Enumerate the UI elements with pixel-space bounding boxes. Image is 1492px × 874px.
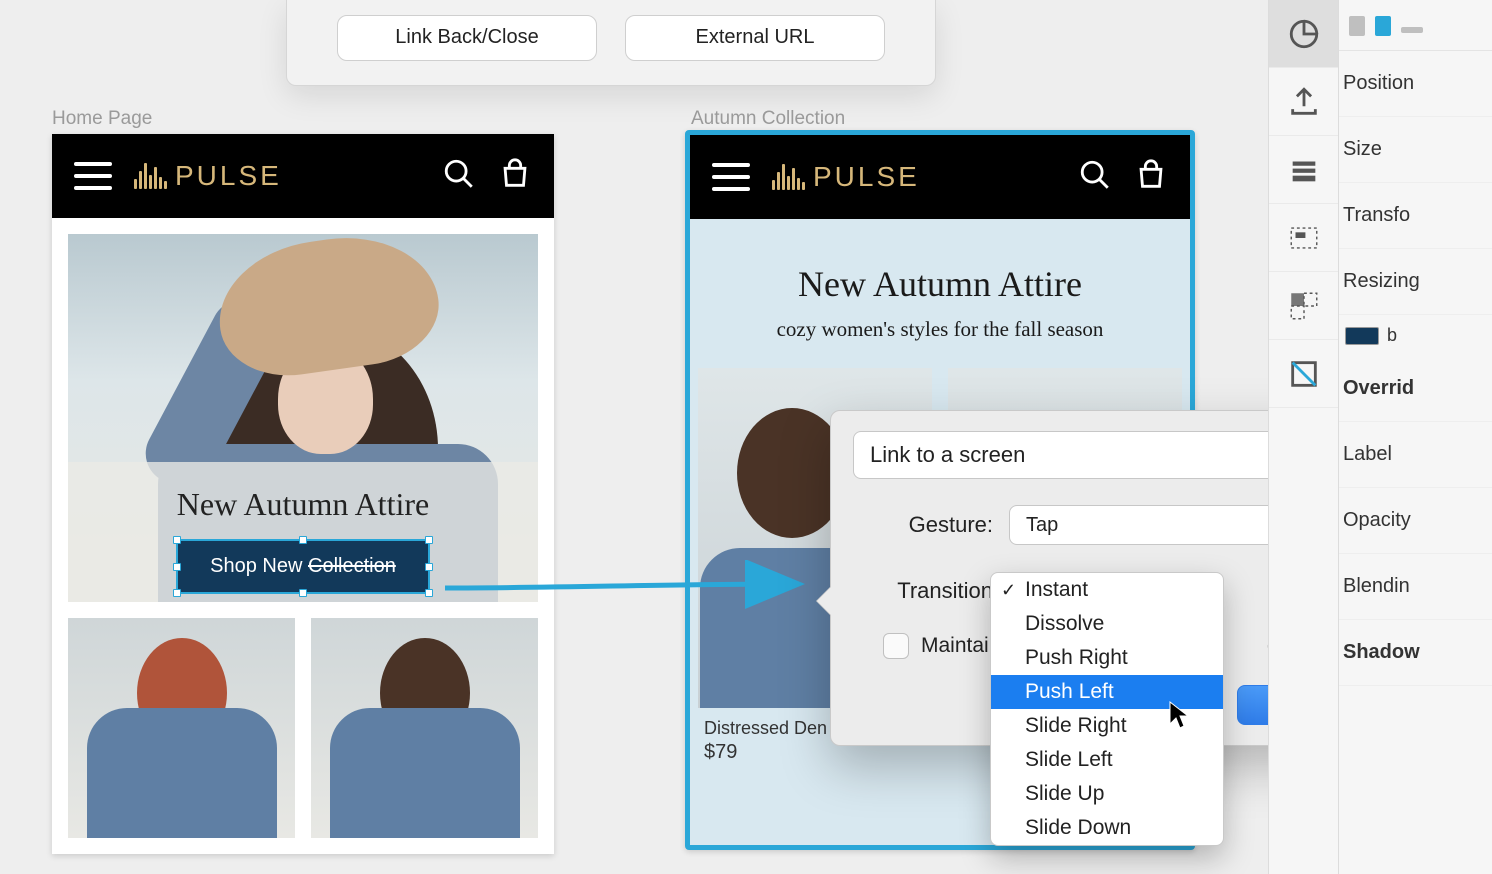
product-row (52, 618, 554, 838)
tool-layout-icon[interactable] (1269, 204, 1338, 272)
app-header: PULSE (690, 135, 1190, 219)
properties-column: Position Size Transfo Resizing b Overrid… (1339, 0, 1492, 874)
tool-export-icon[interactable] (1269, 68, 1338, 136)
product-card[interactable] (68, 618, 295, 838)
prop-size[interactable]: Size (1339, 117, 1492, 183)
prop-resizing[interactable]: Resizing (1339, 249, 1492, 315)
section-shadow[interactable]: Shadow (1339, 620, 1492, 686)
menu-icon[interactable] (74, 162, 112, 190)
collection-title: New Autumn Attire (690, 219, 1190, 317)
prop-transform[interactable]: Transfo (1339, 183, 1492, 249)
brand-logo: PULSE (772, 161, 1056, 193)
search-icon[interactable] (442, 157, 476, 196)
shopping-bag-icon[interactable] (498, 157, 532, 196)
cta-text-struck: Collection (308, 555, 396, 577)
section-blending[interactable]: Blendin (1339, 554, 1492, 620)
maintain-checkbox[interactable] (883, 633, 909, 659)
section-opacity[interactable]: Opacity (1339, 488, 1492, 554)
tool-column (1269, 0, 1339, 874)
tool-stack-icon[interactable] (1269, 136, 1338, 204)
app-header: PULSE (52, 134, 554, 218)
pulse-wave-icon (134, 163, 167, 189)
external-url-button[interactable]: External URL (625, 15, 885, 61)
brand-text: PULSE (175, 160, 282, 192)
align-tab-icon[interactable] (1401, 27, 1423, 33)
layer-swatch-icon (1345, 327, 1379, 345)
artboard-label-home[interactable]: Home Page (52, 108, 152, 130)
alignment-tabs[interactable] (1339, 8, 1492, 51)
transition-option-slide-left[interactable]: Slide Left (991, 743, 1223, 777)
prop-position[interactable]: Position (1339, 51, 1492, 117)
link-type-popover: Link Back/Close External URL (286, 0, 936, 86)
tool-layers-icon[interactable] (1269, 0, 1338, 68)
cursor-icon (1168, 700, 1192, 730)
link-target-value: Link to a screen (854, 442, 1306, 468)
inspector-sidebar: Position Size Transfo Resizing b Overrid… (1268, 0, 1492, 874)
transition-option-slide-up[interactable]: Slide Up (991, 777, 1223, 811)
artboard-label-autumn[interactable]: Autumn Collection (691, 108, 845, 130)
hero-image: New Autumn Attire Shop New Collection (68, 234, 538, 602)
shopping-bag-icon[interactable] (1134, 158, 1168, 197)
tool-resize-icon[interactable] (1269, 272, 1338, 340)
shop-collection-button[interactable]: Shop New Collection (178, 541, 428, 592)
gesture-label: Gesture: (853, 512, 993, 538)
transition-option-slide-down[interactable]: Slide Down (991, 811, 1223, 845)
hero-overlay: New Autumn Attire Shop New Collection (68, 462, 538, 602)
transition-option-push-right[interactable]: Push Right (991, 641, 1223, 675)
brand-logo: PULSE (134, 160, 420, 192)
pulse-wave-icon (772, 164, 805, 190)
search-icon[interactable] (1078, 158, 1112, 197)
section-overrides[interactable]: Overrid (1339, 356, 1492, 422)
align-tab-icon[interactable] (1375, 16, 1391, 36)
brand-text: PULSE (813, 161, 920, 193)
collection-subtitle: cozy women's styles for the fall season (690, 317, 1190, 368)
layer-name: b (1387, 325, 1397, 346)
cta-text-prefix: Shop New (210, 555, 308, 577)
artboard-home[interactable]: PULSE New Autumn Attire Shop New Collect… (52, 134, 554, 854)
maintain-label: Maintain (921, 634, 1000, 658)
hero-title: New Autumn Attire (177, 486, 429, 523)
align-tab-icon[interactable] (1349, 16, 1365, 36)
transition-option-dissolve[interactable]: Dissolve (991, 607, 1223, 641)
transition-option-instant[interactable]: Instant (991, 573, 1223, 607)
layer-row[interactable]: b (1339, 315, 1492, 356)
product-card[interactable] (311, 618, 538, 838)
transition-label: Transition (853, 578, 993, 604)
section-label[interactable]: Label (1339, 422, 1492, 488)
menu-icon[interactable] (712, 163, 750, 191)
link-target-select[interactable]: Link to a screen ▲▼ (853, 431, 1337, 479)
tool-transform-icon[interactable] (1269, 340, 1338, 408)
link-back-button[interactable]: Link Back/Close (337, 15, 597, 61)
gesture-value: Tap (1010, 514, 1306, 537)
